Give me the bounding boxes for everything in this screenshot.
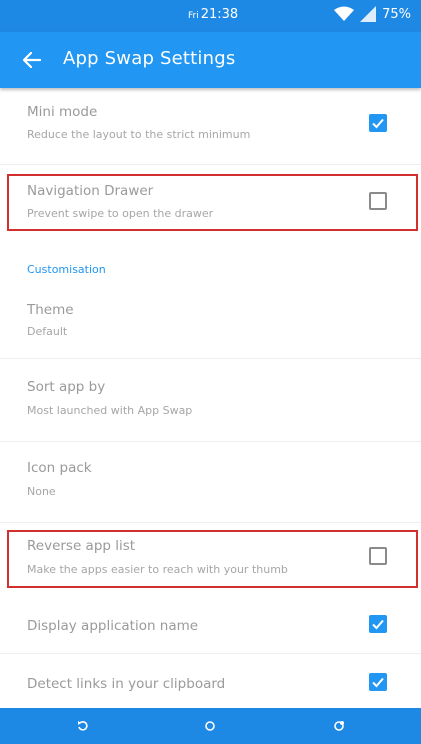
rotate-back-icon	[78, 721, 88, 731]
checkmark-icon	[372, 619, 384, 630]
setting-detect-links[interactable]: Detect links in your clipboard	[0, 654, 421, 708]
setting-title: Display application name	[27, 618, 199, 634]
reverse-app-list-checkbox[interactable]	[369, 547, 387, 565]
setting-title: Navigation Drawer	[27, 183, 154, 199]
setting-title: Sort app by	[27, 379, 106, 395]
setting-navigation-drawer[interactable]: Navigation Drawer Prevent swipe to open …	[0, 165, 421, 237]
recent-apps-icon	[334, 721, 344, 731]
nav-back-button[interactable]	[73, 716, 93, 736]
battery-level: 75%	[382, 6, 411, 22]
detect-links-checkbox[interactable]	[369, 673, 387, 691]
app-bar: App Swap Settings	[0, 32, 421, 88]
mini-mode-checkbox[interactable]	[369, 114, 387, 132]
setting-display-application-name[interactable]: Display application name	[0, 593, 421, 653]
setting-theme[interactable]: Theme Default	[0, 288, 421, 358]
settings-list: Mini mode Reduce the layout to the stric…	[0, 88, 421, 708]
navigation-drawer-checkbox[interactable]	[369, 192, 387, 210]
setting-mini-mode[interactable]: Mini mode Reduce the layout to the stric…	[0, 88, 421, 164]
status-icons: 75%	[334, 6, 411, 22]
status-day: Fri	[188, 11, 199, 21]
setting-title: Theme	[27, 302, 74, 318]
signal-icon	[360, 6, 377, 22]
setting-value: Most launched with App Swap	[27, 404, 193, 417]
wifi-icon	[334, 6, 355, 21]
status-clock: Fri 21:38	[188, 7, 238, 22]
circle-home-icon	[205, 721, 215, 731]
setting-title: Detect links in your clipboard	[27, 676, 226, 692]
nav-home-button[interactable]	[200, 716, 220, 736]
setting-subtitle: Reduce the layout to the strict minimum	[27, 128, 251, 141]
page-title: App Swap Settings	[63, 48, 236, 69]
setting-icon-pack[interactable]: Icon pack None	[0, 442, 421, 522]
status-bar: Fri 21:38 75%	[0, 0, 421, 32]
system-navigation-bar	[0, 708, 421, 744]
section-header-customisation: Customisation	[27, 263, 106, 276]
setting-sort-app-by[interactable]: Sort app by Most launched with App Swap	[0, 359, 421, 441]
setting-title: Icon pack	[27, 460, 92, 476]
setting-title: Mini mode	[27, 104, 98, 120]
setting-title: Reverse app list	[27, 538, 136, 554]
setting-subtitle: Prevent swipe to open the drawer	[27, 207, 214, 220]
setting-reverse-app-list[interactable]: Reverse app list Make the apps easier to…	[0, 523, 421, 593]
nav-recent-button[interactable]	[329, 716, 349, 736]
status-time: 21:38	[200, 7, 239, 22]
setting-subtitle: Make the apps easier to reach with your …	[27, 563, 288, 576]
setting-value: Default	[27, 325, 68, 338]
display-application-name-checkbox[interactable]	[369, 615, 387, 633]
checkmark-icon	[372, 677, 384, 688]
setting-value: None	[27, 485, 56, 498]
arrow-left-icon	[23, 52, 41, 68]
back-button[interactable]	[16, 44, 48, 76]
checkmark-icon	[372, 118, 384, 129]
